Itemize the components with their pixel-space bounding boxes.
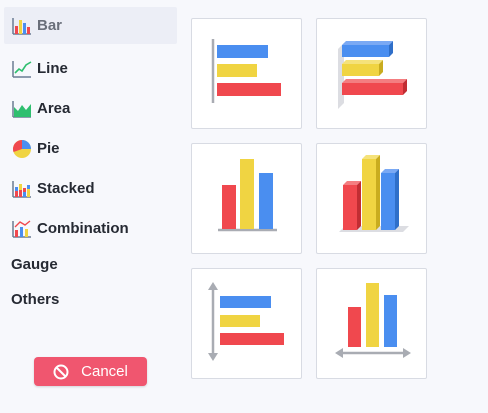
column-chart-icon [218, 159, 277, 232]
sidebar-item-area[interactable]: Area [4, 90, 177, 127]
area-chart-icon [12, 100, 31, 118]
cancel-button[interactable]: Cancel [34, 357, 147, 386]
sidebar-item-stacked[interactable]: Stacked [4, 170, 177, 207]
chart-tile-vertical-column-3d[interactable] [316, 143, 427, 254]
cancel-button-label: Cancel [81, 363, 128, 380]
sidebar-item-bar[interactable]: Bar [4, 7, 177, 44]
sidebar-item-label: Gauge [11, 256, 58, 273]
combination-chart-icon [12, 219, 31, 238]
chart-tile-horizontal-bar-axis-arrows[interactable] [191, 268, 302, 379]
column-3d-chart-icon [339, 155, 409, 232]
chart-tile-horizontal-bar[interactable] [191, 18, 302, 129]
sidebar-item-label: Line [37, 60, 68, 77]
sidebar-item-pie[interactable]: Pie [4, 130, 177, 167]
sidebar-item-label: Bar [37, 17, 63, 34]
stacked-chart-icon [12, 180, 31, 198]
chart-tile-horizontal-bar-3d[interactable] [316, 18, 427, 129]
chart-type-sidebar: Bar Line Area Pie Stacked Combination Ga… [0, 0, 185, 413]
chart-tile-vertical-column-axis-arrows[interactable] [316, 268, 427, 379]
sidebar-item-line[interactable]: Line [4, 50, 177, 87]
horizontal-bar-3d-chart-icon [338, 41, 407, 109]
pie-chart-icon [12, 139, 31, 158]
sidebar-item-combination[interactable]: Combination [4, 210, 177, 247]
sidebar-item-gauge[interactable]: Gauge [4, 246, 177, 283]
line-chart-icon [12, 60, 32, 78]
bar-chart-icon [12, 17, 31, 35]
sidebar-item-others[interactable]: Others [4, 281, 177, 318]
sidebar-item-label: Combination [37, 220, 129, 237]
sidebar-item-label: Stacked [37, 180, 95, 197]
horizontal-bar-arrow-chart-icon [208, 282, 284, 361]
chart-tile-vertical-column[interactable] [191, 143, 302, 254]
sidebar-item-label: Others [11, 291, 60, 308]
sidebar-item-label: Pie [37, 140, 60, 157]
sidebar-item-label: Area [37, 100, 71, 117]
cancel-icon [53, 364, 69, 379]
horizontal-bar-chart-icon [211, 39, 281, 103]
column-arrow-chart-icon [335, 283, 411, 358]
